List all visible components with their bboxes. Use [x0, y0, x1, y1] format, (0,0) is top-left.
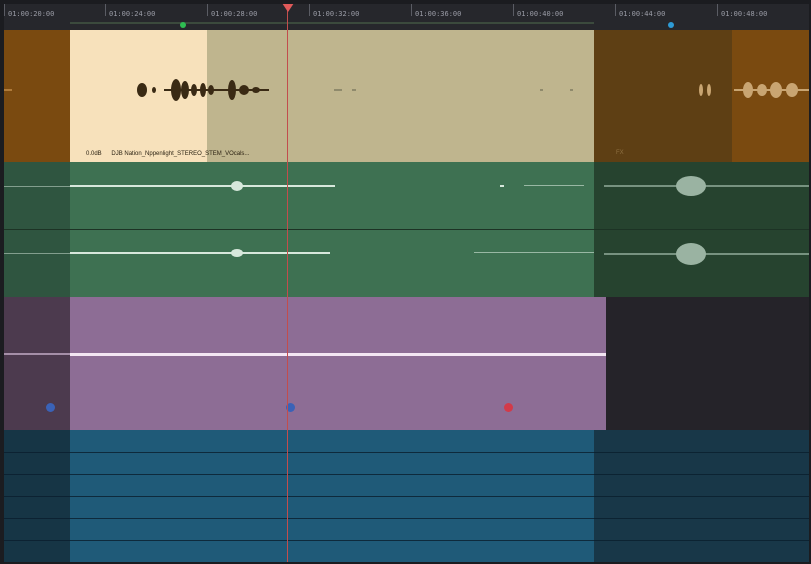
lane-divider — [4, 474, 809, 475]
timecode-label: 01:00:36:00 — [415, 10, 462, 18]
keyframe-marker[interactable] — [46, 403, 55, 412]
lane-divider — [4, 518, 809, 519]
timecode-label: 01:00:48:00 — [721, 10, 768, 18]
video-track-empty — [606, 297, 809, 430]
level-line — [4, 353, 70, 355]
ruler-tick — [411, 4, 412, 16]
ruler-tick — [105, 4, 106, 16]
ruler-tick — [207, 4, 208, 16]
muted-clip-label: FX — [616, 150, 624, 156]
playhead-handle[interactable] — [282, 4, 294, 12]
in-marker[interactable] — [180, 22, 186, 28]
timecode-label: 01:00:32:00 — [313, 10, 360, 18]
ruler-tick — [717, 4, 718, 16]
ruler-tick — [513, 4, 514, 16]
timecode-ruler[interactable]: 01:00:20:00 01:00:24:00 01:00:28:00 01:0… — [4, 4, 809, 30]
lane-divider — [4, 496, 809, 497]
video-track[interactable] — [4, 297, 809, 430]
audio-track-vocals[interactable]: 0.0dB DJB Nation_Nppenlight_STEREO_STEM_… — [4, 30, 809, 162]
clip-name: DJB Nation_Nppenlight_STEREO_STEM_VOcals… — [111, 151, 250, 157]
playhead[interactable] — [287, 4, 288, 562]
timecode-label: 01:00:20:00 — [8, 10, 55, 18]
vocal-waveform — [4, 79, 809, 101]
timecode-label: 01:00:24:00 — [109, 10, 156, 18]
audio-track-stereo[interactable] — [4, 162, 809, 297]
timeline-editor: 01:00:20:00 01:00:24:00 01:00:28:00 01:0… — [4, 4, 809, 562]
lane-divider — [4, 452, 809, 453]
ruler-tick — [4, 4, 5, 16]
timecode-label: 01:00:28:00 — [211, 10, 258, 18]
in-out-range — [70, 22, 594, 24]
stereo-waveform — [4, 176, 809, 265]
clip-gain: 0.0dB — [86, 151, 102, 157]
subtitle-track-lanes[interactable] — [4, 430, 809, 562]
video-clip-selected[interactable] — [70, 297, 606, 430]
timecode-label: 01:00:44:00 — [619, 10, 666, 18]
level-line-selected[interactable] — [70, 353, 606, 356]
timecode-label: 01:00:40:00 — [517, 10, 564, 18]
out-marker[interactable] — [668, 22, 674, 28]
lane-divider — [4, 540, 809, 541]
ruler-tick — [309, 4, 310, 16]
keyframe-marker-active[interactable] — [504, 403, 513, 412]
ruler-tick — [615, 4, 616, 16]
clip-label: 0.0dB DJB Nation_Nppenlight_STEREO_STEM_… — [86, 151, 249, 157]
